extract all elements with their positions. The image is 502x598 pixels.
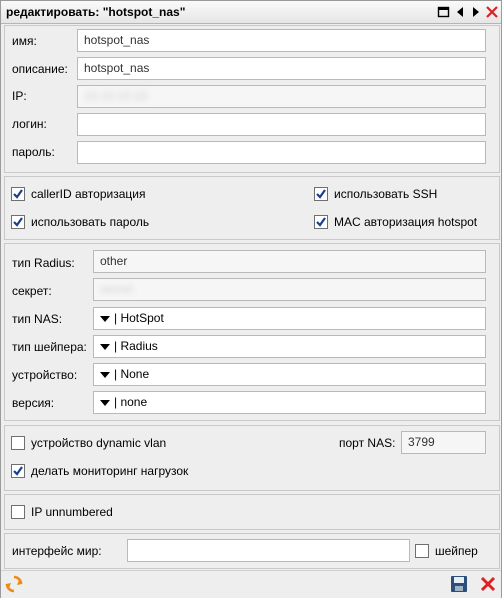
name-label: имя:: [12, 34, 37, 48]
nas-type-label: тип NAS:: [12, 312, 63, 326]
unnumbered-checkbox[interactable]: [11, 505, 25, 519]
port-label: порт NAS:: [339, 436, 396, 450]
window-title: редактировать: "hotspot_nas": [6, 5, 186, 19]
chevron-down-icon: [100, 344, 110, 350]
chevron-down-icon: [100, 316, 110, 322]
world-iface-input[interactable]: [127, 539, 410, 562]
ssh-checkbox[interactable]: [314, 187, 328, 201]
secret-input[interactable]: secret: [93, 278, 486, 301]
login-input[interactable]: [77, 113, 486, 136]
shaper-label: шейпер: [435, 544, 478, 558]
shaper-type-value: | Radius: [114, 339, 158, 353]
ip-value: 10.10.10.10: [84, 89, 148, 103]
previous-icon[interactable]: [454, 5, 468, 19]
password-input[interactable]: [77, 141, 486, 164]
callerid-checkbox[interactable]: [11, 187, 25, 201]
description-label: описание:: [12, 62, 68, 76]
unnumbered-label: IP unnumbered: [31, 505, 113, 519]
radius-type-label: тип Radius:: [12, 256, 75, 270]
secret-value: secret: [100, 282, 133, 296]
secret-label: секрет:: [12, 284, 52, 298]
version-value: | none: [114, 395, 148, 409]
shaper-type-select[interactable]: | Radius: [93, 335, 486, 358]
chevron-down-icon: [100, 400, 110, 406]
radius-type-input[interactable]: other: [93, 250, 486, 273]
basic-panel: имя: hotspot_nas описание: hotspot_nas I…: [4, 25, 500, 173]
password-label: пароль:: [12, 145, 55, 159]
use-password-checkbox[interactable]: [11, 215, 25, 229]
nas-type-select[interactable]: | HotSpot: [93, 307, 486, 330]
chevron-down-icon: [100, 372, 110, 378]
unnumbered-panel: IP unnumbered: [4, 494, 500, 530]
version-label: версия:: [12, 396, 55, 410]
options-panel: callerID авторизация использовать SSH ис…: [4, 176, 500, 240]
mac-auth-checkbox[interactable]: [314, 215, 328, 229]
name-input[interactable]: hotspot_nas: [77, 29, 486, 52]
monitoring-checkbox[interactable]: [11, 464, 25, 478]
login-label: логин:: [12, 117, 47, 131]
nas-type-value: | HotSpot: [114, 311, 164, 325]
save-icon[interactable]: [450, 575, 468, 593]
mac-auth-label: MAC авторизация hotspot: [334, 215, 478, 229]
dynamic-panel: устройство dynamic vlan порт NAS: 3799 д…: [4, 425, 500, 491]
radius-panel: тип Radius: other секрет: secret тип NAS…: [4, 243, 500, 421]
use-password-label: использовать пароль: [31, 215, 150, 229]
callerid-label: callerID авторизация: [31, 187, 146, 201]
monitoring-label: делать мониторинг нагрузок: [31, 464, 189, 478]
shaper-checkbox[interactable]: [415, 544, 429, 558]
next-icon[interactable]: [469, 5, 483, 19]
world-iface-label: интерфейс мир:: [12, 544, 102, 558]
dynamic-vlan-label: устройство dynamic vlan: [31, 436, 167, 450]
device-label: устройство:: [12, 368, 78, 382]
dynamic-vlan-checkbox[interactable]: [11, 436, 25, 450]
ip-input[interactable]: 10.10.10.10: [77, 85, 486, 108]
edit-window: редактировать: "hotspot_nas" имя: hotspo…: [0, 0, 502, 598]
device-value: | None: [114, 367, 150, 381]
cancel-icon[interactable]: [479, 575, 497, 593]
ssh-label: использовать SSH: [334, 187, 438, 201]
device-select[interactable]: | None: [93, 363, 486, 386]
shaper-type-label: тип шейпера:: [12, 340, 87, 354]
close-icon[interactable]: [485, 5, 499, 19]
port-input[interactable]: 3799: [401, 431, 486, 454]
version-select[interactable]: | none: [93, 391, 486, 414]
maximize-icon[interactable]: [437, 5, 451, 19]
footer-toolbar: [1, 570, 501, 598]
world-panel: интерфейс мир: шейпер: [4, 533, 500, 569]
title-bar: редактировать: "hotspot_nas": [1, 1, 501, 24]
description-input[interactable]: hotspot_nas: [77, 57, 486, 80]
refresh-icon[interactable]: [5, 575, 23, 593]
ip-label: IP:: [12, 89, 27, 103]
